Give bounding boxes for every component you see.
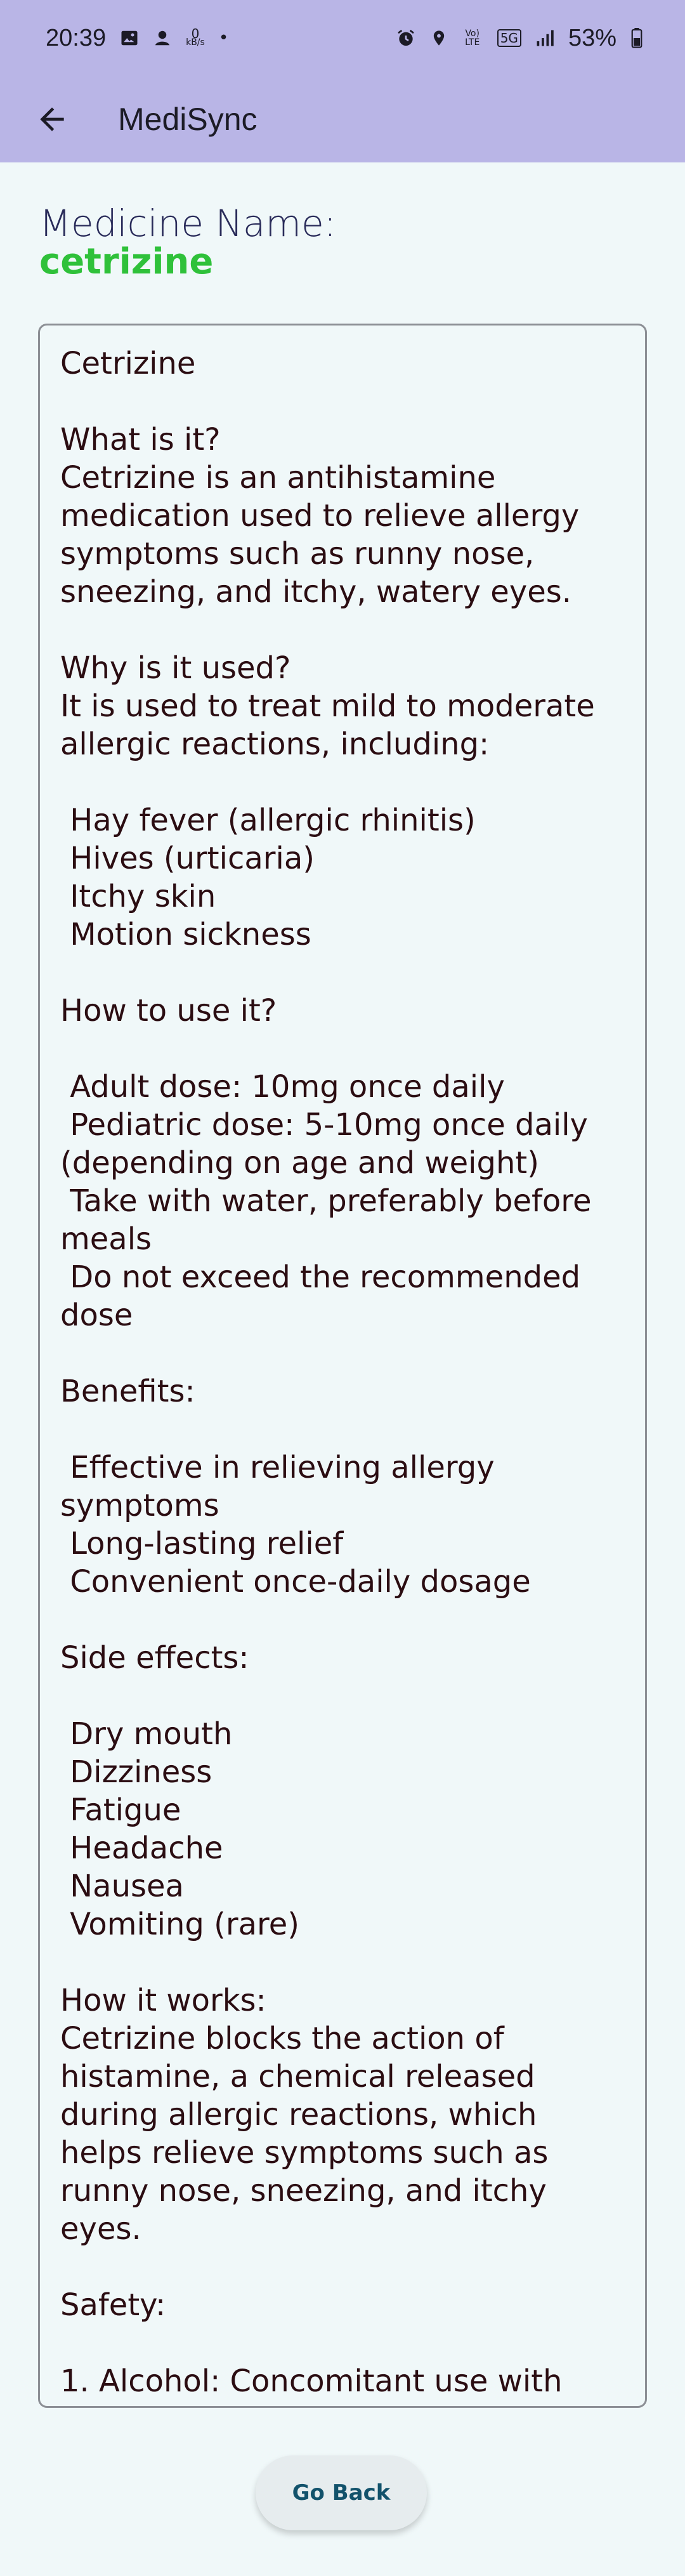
app-bar: MediSync: [0, 76, 685, 162]
alarm-icon: [396, 28, 416, 48]
data-speed-value: 0: [191, 26, 200, 41]
status-bar: 20:39 0 kB/s • Vo) LTE 5G 53%: [0, 0, 685, 76]
arrow-left-icon: [40, 107, 64, 131]
signal-icon: [535, 29, 554, 48]
battery-icon: [630, 28, 643, 48]
notification-icon: [153, 29, 172, 48]
data-speed-unit: kB/s: [186, 37, 205, 48]
5g-icon: 5G: [497, 29, 521, 47]
status-time: 20:39: [46, 24, 107, 51]
data-speed: 0 kB/s: [186, 26, 205, 48]
back-button[interactable]: [14, 76, 90, 162]
go-back-button[interactable]: Go Back: [256, 2455, 427, 2530]
medicine-info-box[interactable]: Cetrizine What is it? Cetrizine is an an…: [38, 324, 647, 2408]
battery-level: 53%: [568, 24, 616, 51]
status-right: Vo) LTE 5G 53%: [396, 25, 643, 52]
status-left: 20:39 0 kB/s •: [46, 25, 228, 52]
medicine-name-label: Medicine Name:: [39, 202, 337, 245]
image-icon: [120, 29, 139, 48]
medicine-info-text: Cetrizine What is it? Cetrizine is an an…: [60, 346, 595, 2399]
location-icon: [430, 28, 448, 48]
app-title: MediSync: [118, 102, 258, 137]
volte-icon: Vo) LTE: [465, 29, 480, 48]
medicine-name-value: cetrizine: [39, 241, 214, 282]
status-dot: •: [218, 29, 229, 48]
